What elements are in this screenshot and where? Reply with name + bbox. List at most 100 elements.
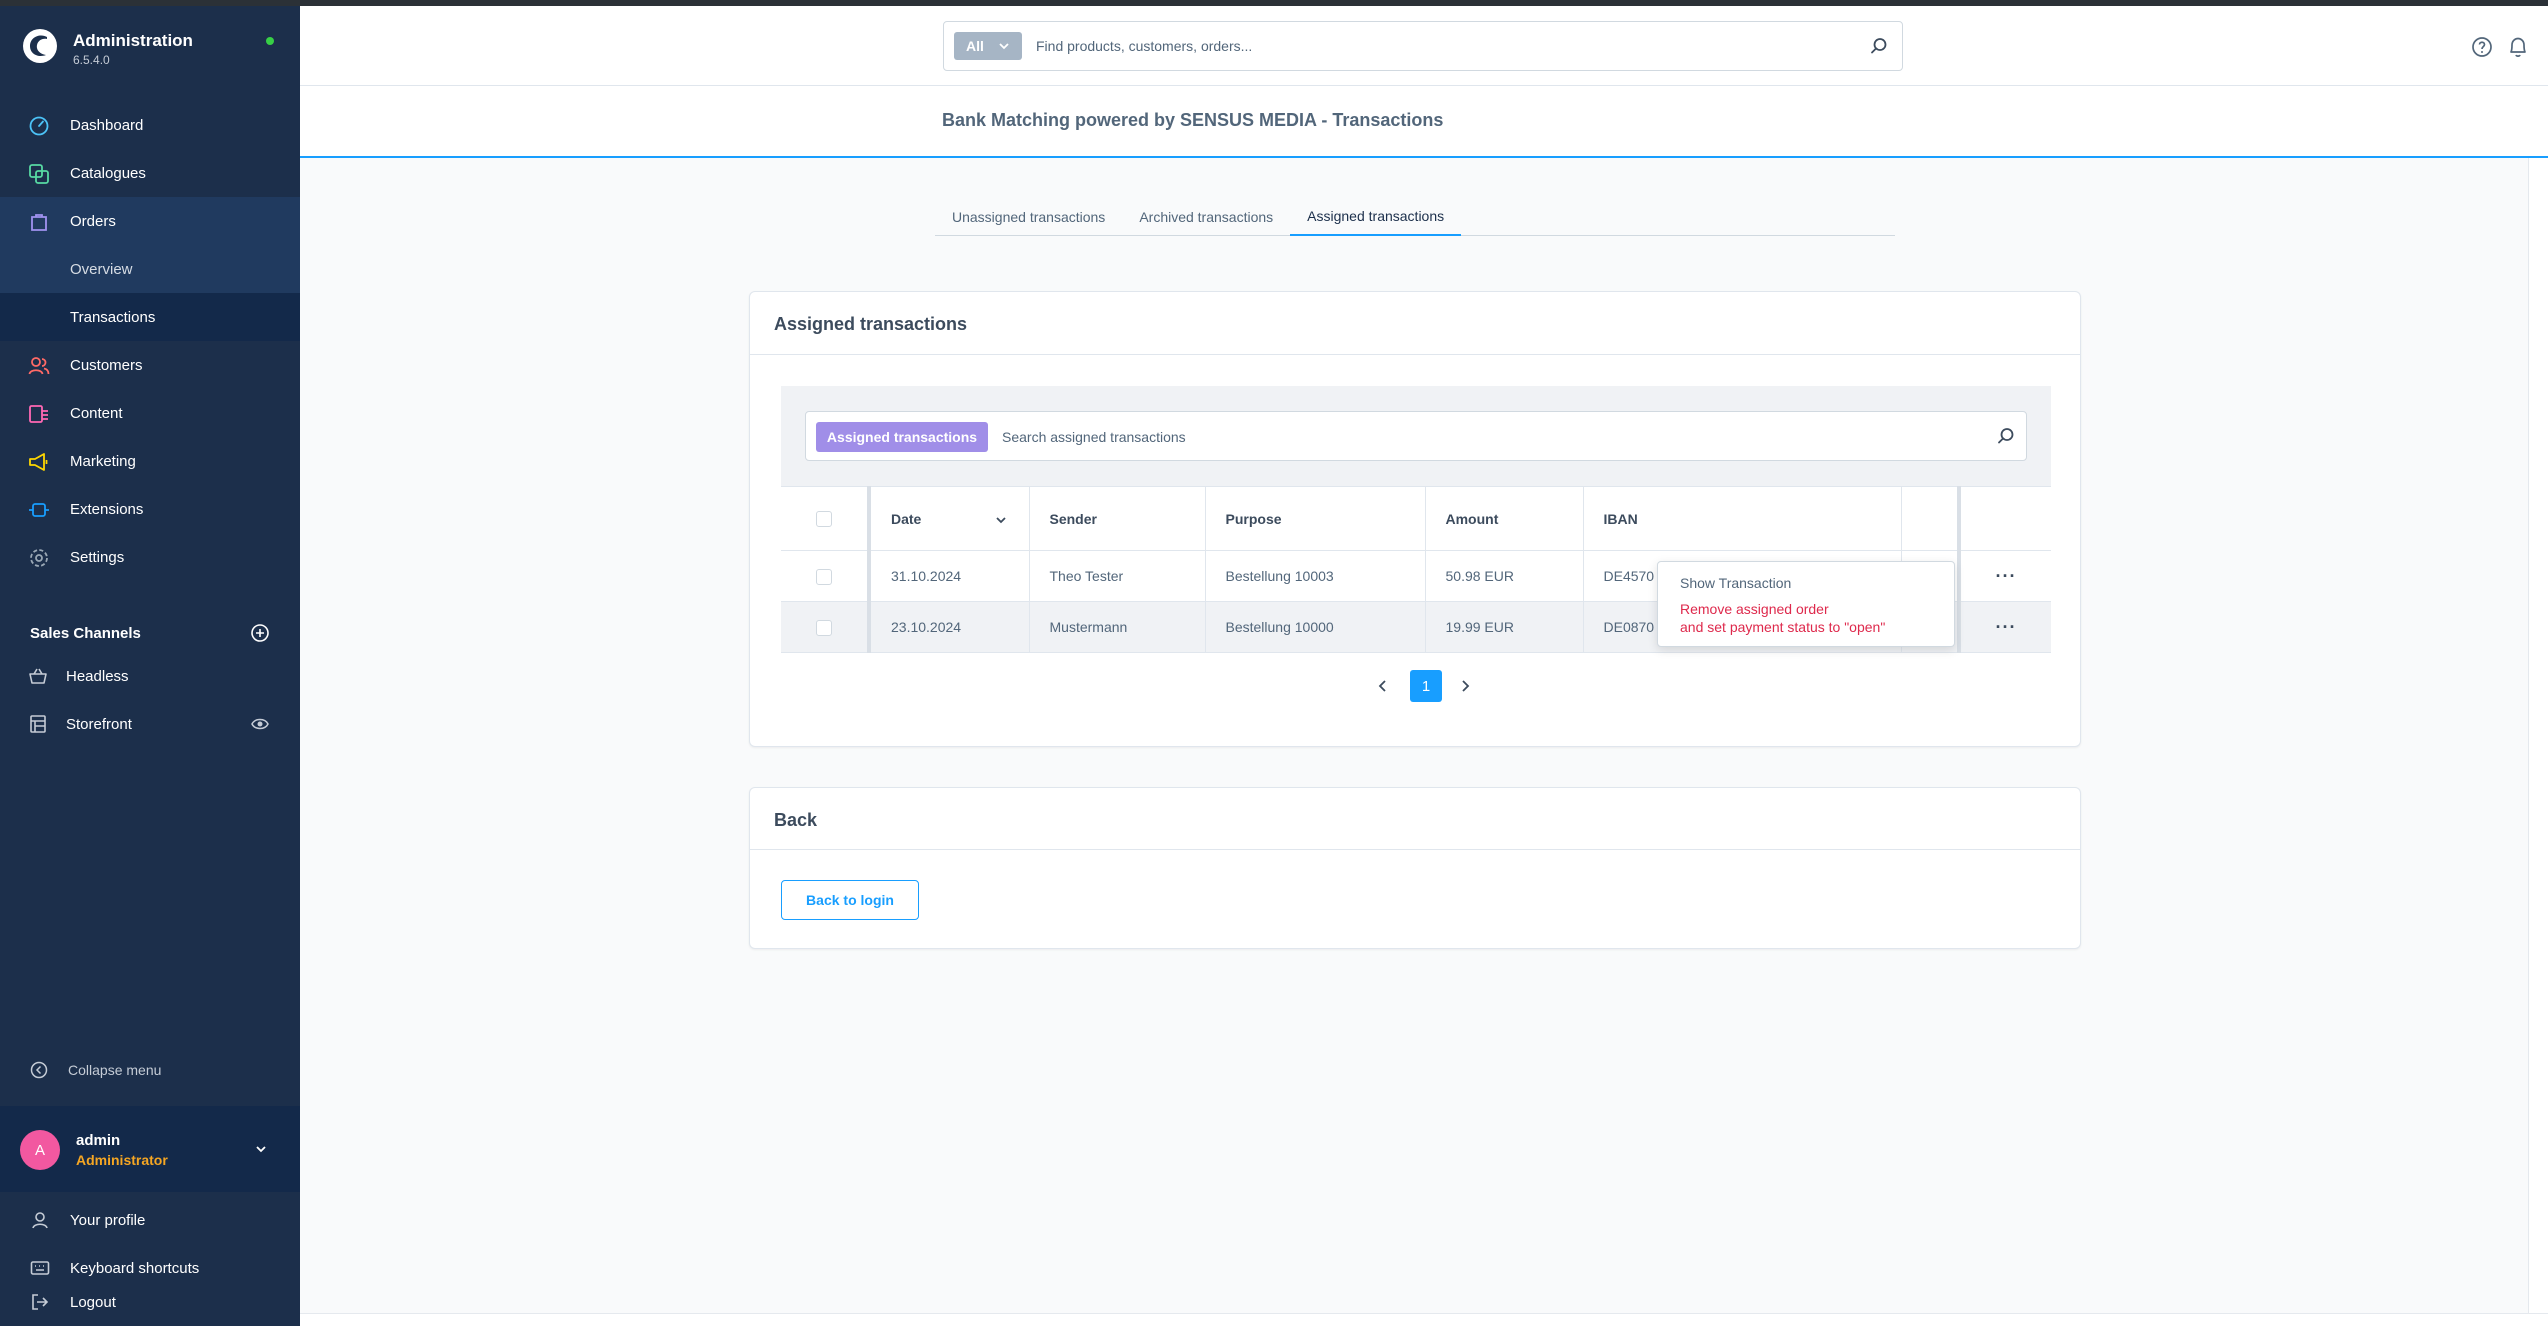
dashboard-icon xyxy=(29,116,49,136)
collapse-icon xyxy=(30,1061,48,1079)
nav-content-label: Content xyxy=(70,404,123,422)
search-type-label: All xyxy=(966,38,984,54)
chevron-down-icon xyxy=(995,517,1006,524)
marketing-icon xyxy=(29,453,48,471)
user-menu[interactable]: A admin Administrator xyxy=(0,1106,300,1192)
nav-customers-label: Customers xyxy=(70,356,143,374)
pagination: 1 xyxy=(1368,670,1498,702)
nav-customers[interactable]: Customers xyxy=(0,341,300,389)
nav-catalogues-label: Catalogues xyxy=(70,164,146,182)
cell-date: 31.10.2024 xyxy=(869,550,1030,602)
keyboard-shortcuts-label: Keyboard shortcuts xyxy=(70,1259,200,1277)
profile-icon xyxy=(32,1212,48,1229)
global-search-input[interactable] xyxy=(1036,34,1836,58)
chevron-down-icon[interactable] xyxy=(254,1142,268,1156)
basket-icon xyxy=(29,668,47,684)
back-to-login-button[interactable]: Back to login xyxy=(781,880,919,920)
catalogue-icon xyxy=(29,164,49,184)
logout-icon xyxy=(32,1294,49,1310)
nav-orders-overview[interactable]: Overview xyxy=(0,245,300,293)
nav-orders-transactions[interactable]: Transactions xyxy=(0,293,300,341)
table-header-row: Date Sender Purpose Amount IBAN xyxy=(781,486,2051,551)
row-checkbox[interactable] xyxy=(816,568,832,585)
tab-unassigned-transactions[interactable]: Unassigned transactions xyxy=(935,198,1122,236)
assigned-search-input[interactable] xyxy=(1002,424,1982,450)
row-actions-cell: ··· xyxy=(1959,550,2051,602)
column-date-label: Date xyxy=(891,510,922,527)
chevron-right-icon[interactable] xyxy=(1458,679,1472,693)
main-nav: Dashboard Catalogues Orders Overview Tra… xyxy=(0,101,300,581)
add-sales-channel-icon[interactable] xyxy=(250,623,270,643)
back-card-title: Back xyxy=(774,810,818,830)
select-all-cell xyxy=(781,486,871,551)
chevron-left-icon[interactable] xyxy=(1376,679,1390,693)
nav-marketing-label: Marketing xyxy=(70,452,136,470)
content-scrollbar[interactable] xyxy=(2528,158,2548,1313)
bell-icon[interactable] xyxy=(2507,35,2529,59)
shopware-logo-icon[interactable] xyxy=(22,28,58,64)
page-title: Bank Matching powered by SENSUS MEDIA - … xyxy=(942,110,1444,130)
your-profile-link[interactable]: Your profile xyxy=(0,1196,300,1244)
column-spacer xyxy=(1901,486,1961,551)
page-number-current[interactable]: 1 xyxy=(1410,670,1442,702)
assigned-transactions-card-title: Assigned transactions xyxy=(774,314,968,334)
help-icon[interactable] xyxy=(2471,36,2493,58)
row-select-cell xyxy=(781,601,871,653)
select-all-checkbox[interactable] xyxy=(816,511,832,528)
sidebar-header: Administration 6.5.4.0 xyxy=(0,6,300,86)
search-filter-tag[interactable]: Assigned transactions xyxy=(816,422,988,452)
column-date[interactable]: Date xyxy=(869,486,1030,551)
chevron-down-icon xyxy=(999,43,1009,50)
cell-amount: 50.98 EUR xyxy=(1425,550,1584,602)
menu-item-show-transaction[interactable]: Show Transaction xyxy=(1680,575,1791,591)
column-purpose[interactable]: Purpose xyxy=(1205,486,1426,551)
nav-orders-transactions-label: Transactions xyxy=(70,308,156,326)
row-actions-button[interactable]: ··· xyxy=(1996,617,2017,637)
nav-content[interactable]: Content xyxy=(0,389,300,437)
row-checkbox[interactable] xyxy=(816,619,832,636)
row-actions-button[interactable]: ··· xyxy=(1996,566,2017,586)
nav-extensions-label: Extensions xyxy=(70,500,144,518)
search-icon[interactable] xyxy=(1869,36,1889,56)
tab-assigned-transactions[interactable]: Assigned transactions xyxy=(1290,198,1462,236)
user-name: admin xyxy=(76,1132,121,1149)
app-title: Administration xyxy=(73,31,193,50)
collapse-menu-button[interactable]: Collapse menu xyxy=(0,1050,300,1090)
nav-orders-overview-label: Overview xyxy=(70,260,133,278)
online-status-dot xyxy=(266,37,274,45)
nav-orders-label: Orders xyxy=(70,212,116,230)
eye-icon[interactable] xyxy=(251,716,269,732)
cell-sender: Theo Tester xyxy=(1029,550,1206,602)
card-divider xyxy=(750,849,2080,850)
customers-icon xyxy=(28,357,50,375)
row-select-cell xyxy=(781,550,871,602)
sales-channel-storefront[interactable]: Storefront xyxy=(0,704,300,744)
nav-dashboard-label: Dashboard xyxy=(70,116,144,134)
content-icon xyxy=(29,405,48,423)
logout-link[interactable]: Logout xyxy=(0,1278,300,1326)
menu-item-remove-assigned-order[interactable]: Remove assigned order and set payment st… xyxy=(1680,600,1885,636)
sales-channel-headless[interactable]: Headless xyxy=(0,656,300,696)
row-actions-cell: ··· xyxy=(1959,601,2051,653)
grid-toolbar: Assigned transactions xyxy=(781,386,2051,486)
nav-dashboard[interactable]: Dashboard xyxy=(0,101,300,149)
cell-sender: Mustermann xyxy=(1029,601,1206,653)
cell-date: 23.10.2024 xyxy=(869,601,1030,653)
search-icon[interactable] xyxy=(1996,426,2016,446)
nav-marketing[interactable]: Marketing xyxy=(0,437,300,485)
nav-orders[interactable]: Orders xyxy=(0,197,300,245)
tab-archived-transactions[interactable]: Archived transactions xyxy=(1122,198,1290,236)
sidebar: Administration 6.5.4.0 Dashboard Catalog… xyxy=(0,6,300,1326)
keyboard-icon xyxy=(30,1261,50,1275)
collapse-menu-label: Collapse menu xyxy=(68,1062,162,1078)
assigned-transactions-card: Assigned transactions Assigned transacti… xyxy=(749,291,2081,747)
nav-extensions[interactable]: Extensions xyxy=(0,485,300,533)
cell-purpose: Bestellung 10000 xyxy=(1205,601,1426,653)
column-amount[interactable]: Amount xyxy=(1425,486,1584,551)
logout-label: Logout xyxy=(70,1293,116,1311)
search-type-select[interactable]: All xyxy=(954,32,1022,60)
nav-settings[interactable]: Settings xyxy=(0,533,300,581)
column-sender[interactable]: Sender xyxy=(1029,486,1206,551)
column-iban[interactable]: IBAN xyxy=(1583,486,1902,551)
nav-catalogues[interactable]: Catalogues xyxy=(0,149,300,197)
